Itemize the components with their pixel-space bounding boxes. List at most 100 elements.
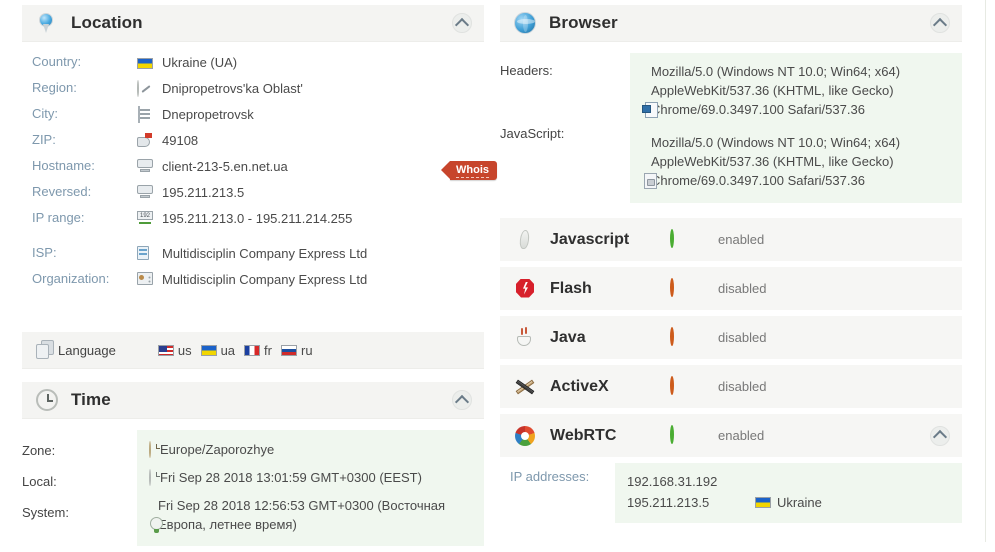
feature-name-webrtc: WebRTC [550,427,670,445]
field-value-hostname: client-213-5.en.net.ua [162,157,288,176]
power-on-icon [670,231,688,249]
flag-ru-icon [281,345,297,356]
browser-collapse-button[interactable] [930,13,950,33]
page-root: Location Country: Ukraine (UA) Region: [0,0,995,542]
field-label-javascript: JavaScript: [500,78,630,141]
language-item-fr[interactable]: fr [244,343,272,358]
clock-icon [36,389,58,411]
browser-panel: Browser Headers: JavaScript: Mozilla/5.0… [500,5,962,209]
field-value-organization: Multidisciplin Company Express Ltd [162,270,367,289]
power-off-icon [670,378,688,396]
field-row-zip: ZIP: 49108 [22,129,484,155]
field-value-city: Dnepropetrovsk [162,105,254,124]
location-collapse-button[interactable] [452,13,472,33]
compass-icon [137,81,153,97]
left-column: Location Country: Ukraine (UA) Region: [22,5,484,552]
isp-icon [137,246,153,262]
globe-icon [514,12,536,34]
field-row-reversed: Reversed: 195.211.213.5 [22,181,484,207]
feature-row-activex[interactable]: ActiveX disabled [500,365,962,408]
location-panel: Location Country: Ukraine (UA) Region: [22,5,484,300]
power-on-icon [670,427,688,445]
feature-row-java[interactable]: Java disabled [500,316,962,359]
feature-row-flash[interactable]: Flash disabled [500,267,962,310]
page-right-rule [985,0,986,542]
javascript-icon [514,229,536,251]
field-value-ip-range: 195.211.213.0 - 195.211.214.255 [162,209,352,228]
flash-icon [514,278,536,300]
language-panel-header: Language us ua fr [22,332,484,369]
browser-fields: Headers: JavaScript: Mozilla/5.0 (Window… [500,42,962,209]
ip-address-value: 192.168.31.192 [627,471,755,492]
field-label-organization: Organization: [22,268,137,286]
field-row-region: Region: Dnipropetrovs'ka Oblast' [22,77,484,103]
field-row-isp: ISP: Multidisciplin Company Express Ltd [22,242,484,268]
time-fields: Zone: Local: System: Europe/Zaporozhye F… [22,419,484,552]
language-panel-title: Language [58,343,116,358]
monitor-icon [137,159,153,175]
flag-ua-icon [201,345,217,356]
time-collapse-button[interactable] [452,390,472,410]
field-value-system: Fri Sep 28 2018 12:56:53 GMT+0300 (Восто… [158,496,453,534]
field-row-ip-range: IP range: 195.211.213.0 - 195.211.214.25… [22,207,484,233]
field-value-javascript-ua: Mozilla/5.0 (Windows NT 10.0; Win64; x64… [651,133,937,190]
field-row-headers: Mozilla/5.0 (Windows NT 10.0; Win64; x64… [642,62,950,119]
feature-row-javascript[interactable]: Javascript enabled [500,218,962,261]
field-label-city: City: [22,103,137,121]
field-value-local: Fri Sep 28 2018 13:01:59 GMT+0300 (EEST) [160,470,422,485]
browser-panel-header[interactable]: Browser [500,5,962,42]
field-row-hostname: Hostname: client-213-5.en.net.ua [22,155,484,181]
field-group-divider [22,233,484,242]
right-column: Browser Headers: JavaScript: Mozilla/5.0… [500,5,962,523]
chevron-up-icon [933,17,947,31]
ip-range-icon [137,211,153,227]
field-label-country: Country: [22,51,137,69]
language-item-ua[interactable]: ua [201,343,235,358]
field-row-organization: Organization: Multidisciplin Company Exp… [22,268,484,294]
language-item-us[interactable]: us [158,343,192,358]
building-icon [137,107,153,123]
webrtc-collapse-button[interactable] [930,426,950,446]
ip-address-row: 195.211.213.5 Ukraine [627,492,950,513]
feature-name-flash: Flash [550,280,670,298]
language-panel: Language us ua fr [22,332,484,369]
chevron-up-icon [933,430,947,444]
field-value-reversed: 195.211.213.5 [162,183,244,202]
ip-addresses-box: 192.168.31.192 195.211.213.5 Ukraine [615,463,962,523]
field-value-region: Dnipropetrovs'ka Oblast' [162,79,303,98]
browser-values-box: Mozilla/5.0 (Windows NT 10.0; Win64; x64… [630,53,962,203]
time-panel: Time Zone: Local: System: Europe/Za [22,382,484,552]
field-label-zone: Zone: [22,430,137,458]
time-panel-header[interactable]: Time [22,382,484,419]
language-code-fr: fr [264,343,272,358]
field-row-local: Fri Sep 28 2018 13:01:59 GMT+0300 (EEST) [149,468,472,487]
field-value-zip: 49108 [162,131,198,150]
chevron-up-icon [455,17,469,31]
java-icon [514,327,536,349]
activex-icon [514,376,536,398]
whois-badge-label: Whois [456,164,489,178]
whois-badge[interactable]: Whois [450,161,497,180]
field-row-javascript-ua: Mozilla/5.0 (Windows NT 10.0; Win64; x64… [642,133,950,190]
flag-ua-icon [755,497,771,508]
feature-row-webrtc[interactable]: WebRTC enabled [500,414,962,457]
language-item-ru[interactable]: ru [281,343,313,358]
time-panel-title: Time [71,390,111,410]
language-code-ru: ru [301,343,313,358]
field-value-isp: Multidisciplin Company Express Ltd [162,244,367,263]
feature-list: Javascript enabled Flash disabled Java d… [500,218,962,457]
field-value-zone: Europe/Zaporozhye [160,442,274,457]
feature-state-activex: disabled [718,379,766,394]
language-list: us ua fr ru [158,343,322,358]
clock-gray-icon [149,470,151,485]
chevron-up-icon [455,394,469,408]
feature-state-javascript: enabled [718,232,764,247]
field-label-reversed: Reversed: [22,181,137,199]
mailbox-icon [137,133,153,149]
location-panel-header[interactable]: Location [22,5,484,42]
feature-state-java: disabled [718,330,766,345]
documents-icon [36,340,58,360]
field-row-zone: Europe/Zaporozhye [149,440,472,459]
feature-name-java: Java [550,329,670,347]
power-off-icon [670,329,688,347]
